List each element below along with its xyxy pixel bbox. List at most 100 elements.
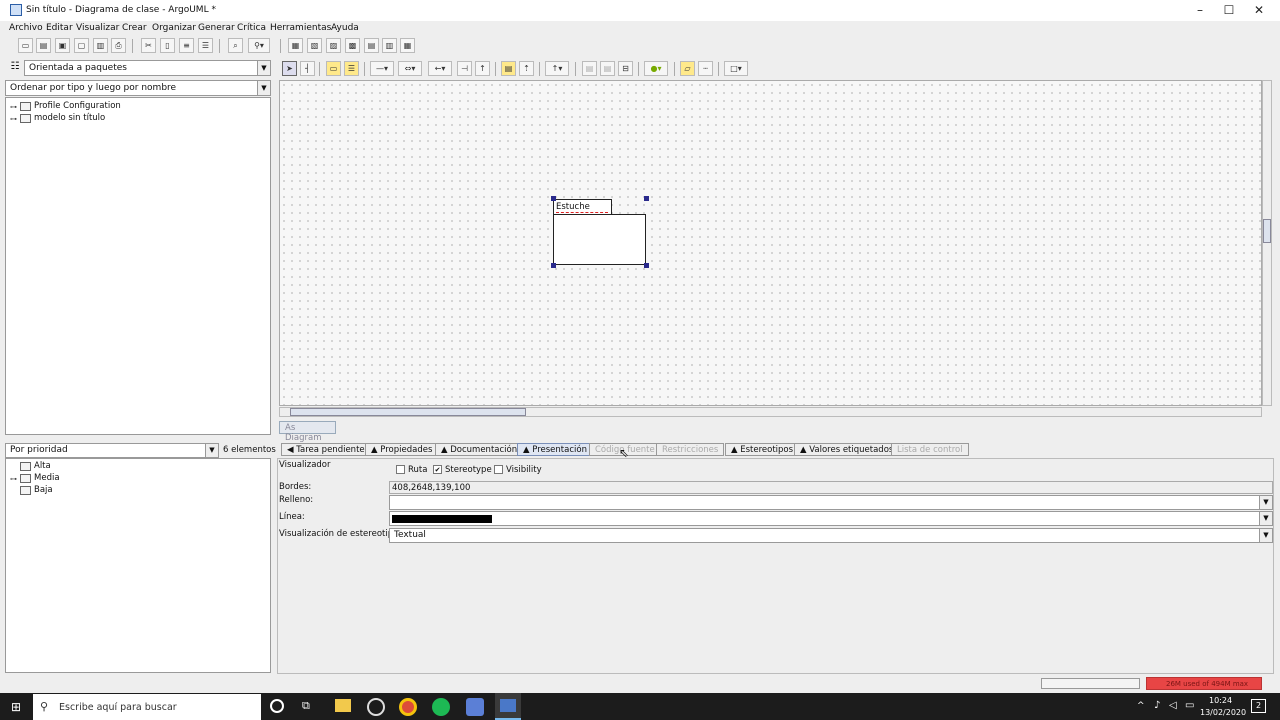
broom-tool-icon[interactable]: ┤ [300, 61, 315, 76]
volume-icon[interactable]: ◁ [1169, 700, 1177, 711]
chevron-down-icon[interactable]: ▼ [1259, 529, 1272, 542]
taskbar-search-box[interactable]: ⚲ Escribe aquí para buscar [33, 694, 261, 720]
estereotipo-select[interactable]: Textual ▼ [389, 528, 1273, 543]
composition-tool-icon[interactable]: ←▾ [428, 61, 452, 76]
microphone-icon[interactable]: ♪ [1154, 700, 1160, 711]
minimize-button[interactable]: – [1185, 2, 1215, 19]
clock-date[interactable]: 13/02/2020 [1200, 708, 1246, 717]
diagram-canvas[interactable]: Estuche [279, 80, 1262, 406]
linea-select[interactable]: ▼ [389, 511, 1273, 526]
network-icon[interactable]: ▭ [1185, 700, 1194, 711]
menu-herramientas[interactable]: Herramientas [270, 23, 331, 33]
chrome-icon[interactable] [399, 698, 417, 716]
tab-tarea-pendiente[interactable]: ◀ Tarea pendiente [281, 443, 371, 456]
association-tool-icon[interactable]: —▾ [370, 61, 394, 76]
argouml-taskbar-icon[interactable] [495, 693, 521, 720]
aggregation-tool-icon[interactable]: ⇔▾ [398, 61, 422, 76]
add-attribute-icon[interactable]: ▤ [582, 61, 597, 76]
package-name[interactable]: Estuche [556, 202, 590, 212]
tab-propiedades[interactable]: ▲ Propiedades [365, 443, 439, 456]
datatype-tool-icon[interactable]: ●▾ [644, 61, 668, 76]
file-explorer-icon[interactable] [335, 699, 351, 712]
clock-time[interactable]: 10:24 [1209, 696, 1232, 705]
visibility-checkbox-box[interactable] [494, 465, 503, 474]
inheritance-tool-icon[interactable]: ↑▾ [545, 61, 569, 76]
tab-as-diagram[interactable]: As Diagram [279, 421, 336, 443]
close-button[interactable]: ✕ [1244, 2, 1274, 19]
order-select[interactable]: Ordenar por tipo y luego por nombre ▼ [5, 80, 271, 96]
chevron-down-icon[interactable]: ▼ [1259, 496, 1272, 509]
todo-priority-select[interactable]: Por prioridad ▼ [5, 443, 219, 458]
chevron-down-icon[interactable]: ▼ [257, 61, 270, 75]
diagram-hscrollbar[interactable] [279, 407, 1262, 417]
check-icon[interactable]: ✔ [433, 465, 442, 474]
menu-generar[interactable]: Generar [198, 23, 235, 33]
save-project-icon[interactable]: ▣ [55, 38, 70, 53]
relleno-select[interactable]: ▼ [389, 495, 1273, 510]
expand-icon[interactable]: ⊶ [10, 103, 17, 111]
tab-documentacion[interactable]: ▲ Documentación [435, 443, 524, 456]
bordes-field[interactable]: 408,2648,139,100 [389, 481, 1273, 494]
menu-critica[interactable]: Crítica [237, 23, 266, 33]
print-icon[interactable]: ⎙ [111, 38, 126, 53]
generalization-tool-icon[interactable]: ↑ [475, 61, 490, 76]
tab-estereotipos[interactable]: ▲ Estereotipos [725, 443, 800, 456]
tab-restricciones[interactable]: Restricciones [656, 443, 725, 456]
cut-icon[interactable]: ✂ [141, 38, 156, 53]
menu-ayuda[interactable]: Ayuda [331, 23, 359, 33]
usecase-diagram-icon[interactable]: ▧ [307, 38, 322, 53]
chevron-down-icon[interactable]: ▼ [205, 444, 218, 457]
expand-icon[interactable]: ⊶ [10, 115, 17, 123]
selection-handle[interactable] [644, 196, 649, 201]
shape-tool-icon[interactable]: □▾ [724, 61, 748, 76]
comment-link-icon[interactable]: ┄ [698, 61, 713, 76]
comment-tool-icon[interactable]: ▱ [680, 61, 695, 76]
cortana-icon[interactable] [270, 699, 284, 713]
chevron-up-icon[interactable]: ^ [1137, 701, 1145, 711]
app-icon[interactable] [466, 698, 484, 716]
new-project-icon[interactable]: ▭ [18, 38, 33, 53]
task-view-icon[interactable]: ⧉ [302, 699, 316, 713]
spotify-icon[interactable] [432, 698, 450, 716]
class-tool-icon[interactable]: ☰ [344, 61, 359, 76]
distribute-icon[interactable]: ☰ [198, 38, 213, 53]
tab-valores-etiquetados[interactable]: ▲ Valores etiquetados [794, 443, 900, 456]
vscroll-thumb[interactable] [1263, 219, 1271, 243]
chevron-down-icon[interactable]: ▼ [1259, 512, 1272, 525]
print-preview-icon[interactable]: ▥ [93, 38, 108, 53]
menu-organizar[interactable]: Organizar [152, 23, 196, 33]
hscroll-thumb[interactable] [290, 408, 526, 416]
menu-visualizar[interactable]: Visualizar [76, 23, 119, 33]
class-diagram-icon[interactable]: ▦ [288, 38, 303, 53]
state-diagram-icon[interactable]: ▤ [364, 38, 379, 53]
select-tool-icon[interactable]: ➤ [282, 61, 297, 76]
activity-diagram-icon[interactable]: ▥ [382, 38, 397, 53]
notification-icon[interactable]: 2 [1251, 699, 1266, 713]
ruta-checkbox-box[interactable] [396, 465, 405, 474]
collaboration-diagram-icon[interactable]: ▩ [345, 38, 360, 53]
sequence-diagram-icon[interactable]: ▨ [326, 38, 341, 53]
windows-start-icon[interactable]: ⊞ [11, 701, 23, 713]
perspective-select[interactable]: Orientada a paquetes ▼ [24, 60, 271, 76]
zoom-icon[interactable]: ⚲▾ [248, 38, 270, 53]
tab-presentacion[interactable]: ▲ Presentación [517, 443, 593, 456]
menu-crear[interactable]: Crear [122, 23, 147, 33]
add-compartment-icon[interactable]: ⊟ [618, 61, 633, 76]
interface-tool-icon[interactable]: ▤ [501, 61, 516, 76]
expand-icon[interactable]: ⊶ [10, 475, 17, 483]
menu-archivo[interactable]: Archivo [9, 23, 43, 33]
package-body[interactable] [553, 214, 646, 265]
find-icon[interactable]: ⌕ [228, 38, 243, 53]
chevron-down-icon[interactable]: ▼ [257, 81, 270, 95]
package-tool-icon[interactable]: ▭ [326, 61, 341, 76]
add-operation-icon[interactable]: ▤ [600, 61, 615, 76]
selection-handle[interactable] [551, 196, 556, 201]
package-tab[interactable]: Estuche [553, 199, 612, 215]
diagram-vscrollbar[interactable] [1262, 80, 1272, 406]
menu-editar[interactable]: Editar [46, 23, 73, 33]
github-icon[interactable] [367, 698, 385, 716]
perspective-config-icon[interactable]: ☷ [8, 61, 22, 75]
open-project-icon[interactable]: ▤ [36, 38, 51, 53]
memory-indicator[interactable]: 26M used of 494M max [1146, 677, 1262, 690]
delete-icon[interactable]: ▯ [160, 38, 175, 53]
